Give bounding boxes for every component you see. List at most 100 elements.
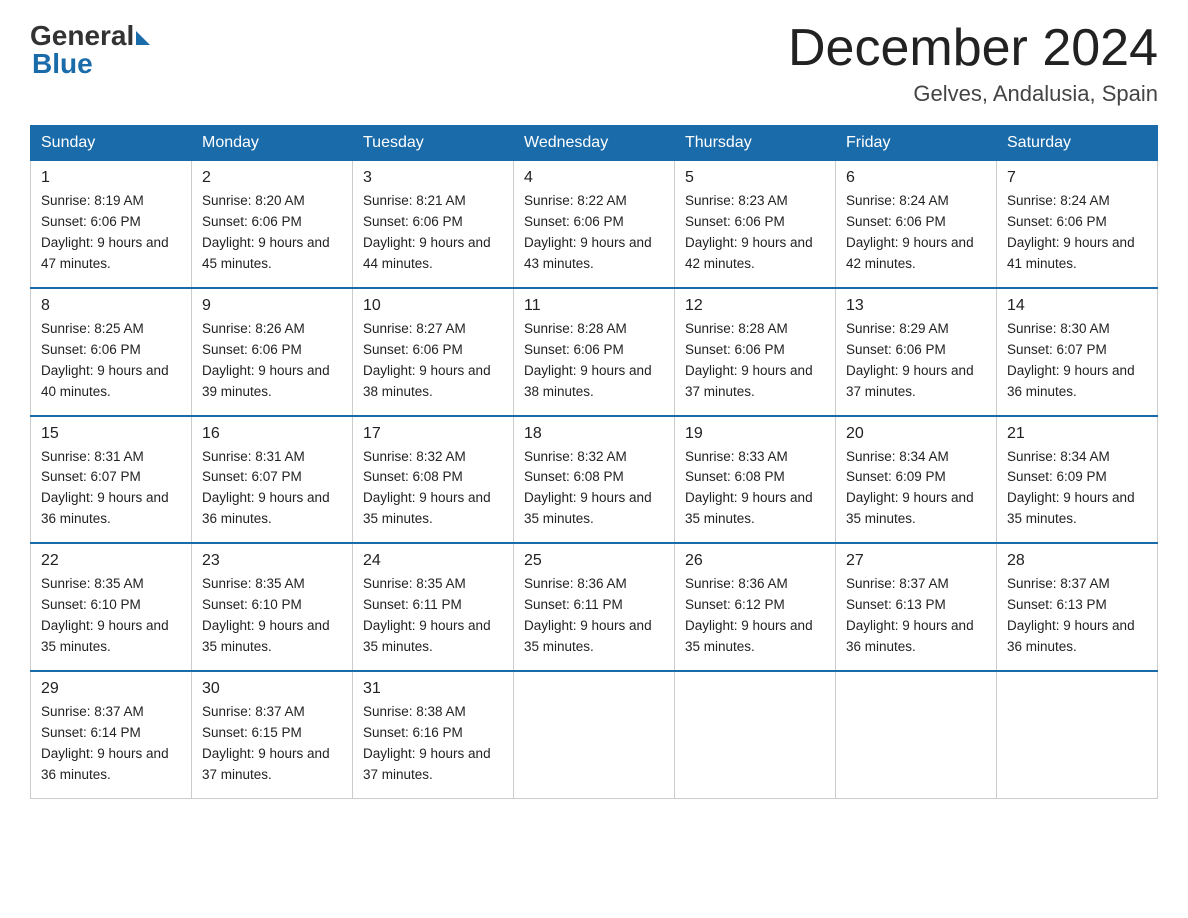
day-info: Sunrise: 8:37 AM Sunset: 6:15 PM Dayligh… <box>202 702 342 786</box>
day-number: 15 <box>41 425 181 443</box>
day-info: Sunrise: 8:28 AM Sunset: 6:06 PM Dayligh… <box>685 319 825 403</box>
day-info: Sunrise: 8:21 AM Sunset: 6:06 PM Dayligh… <box>363 191 503 275</box>
calendar-day-cell: 2 Sunrise: 8:20 AM Sunset: 6:06 PM Dayli… <box>192 161 353 288</box>
calendar-day-header: Tuesday <box>353 126 514 161</box>
day-info: Sunrise: 8:32 AM Sunset: 6:08 PM Dayligh… <box>524 447 664 531</box>
calendar-week-row: 29 Sunrise: 8:37 AM Sunset: 6:14 PM Dayl… <box>31 671 1158 798</box>
day-info: Sunrise: 8:26 AM Sunset: 6:06 PM Dayligh… <box>202 319 342 403</box>
calendar-day-cell <box>997 671 1158 798</box>
day-info: Sunrise: 8:23 AM Sunset: 6:06 PM Dayligh… <box>685 191 825 275</box>
day-info: Sunrise: 8:36 AM Sunset: 6:12 PM Dayligh… <box>685 574 825 658</box>
calendar-day-cell <box>836 671 997 798</box>
day-info: Sunrise: 8:37 AM Sunset: 6:13 PM Dayligh… <box>1007 574 1147 658</box>
day-info: Sunrise: 8:35 AM Sunset: 6:10 PM Dayligh… <box>202 574 342 658</box>
page-header: General Blue December 2024 Gelves, Andal… <box>30 20 1158 107</box>
location-title: Gelves, Andalusia, Spain <box>788 81 1158 107</box>
calendar-day-header: Thursday <box>675 126 836 161</box>
calendar-day-header: Sunday <box>31 126 192 161</box>
day-info: Sunrise: 8:32 AM Sunset: 6:08 PM Dayligh… <box>363 447 503 531</box>
calendar-day-cell: 24 Sunrise: 8:35 AM Sunset: 6:11 PM Dayl… <box>353 543 514 671</box>
calendar-day-cell: 4 Sunrise: 8:22 AM Sunset: 6:06 PM Dayli… <box>514 161 675 288</box>
day-number: 28 <box>1007 552 1147 570</box>
calendar-day-cell: 1 Sunrise: 8:19 AM Sunset: 6:06 PM Dayli… <box>31 161 192 288</box>
day-info: Sunrise: 8:20 AM Sunset: 6:06 PM Dayligh… <box>202 191 342 275</box>
day-number: 17 <box>363 425 503 443</box>
day-info: Sunrise: 8:28 AM Sunset: 6:06 PM Dayligh… <box>524 319 664 403</box>
calendar-day-cell: 7 Sunrise: 8:24 AM Sunset: 6:06 PM Dayli… <box>997 161 1158 288</box>
day-info: Sunrise: 8:38 AM Sunset: 6:16 PM Dayligh… <box>363 702 503 786</box>
day-number: 13 <box>846 297 986 315</box>
day-number: 24 <box>363 552 503 570</box>
calendar-day-cell <box>675 671 836 798</box>
calendar-day-cell: 21 Sunrise: 8:34 AM Sunset: 6:09 PM Dayl… <box>997 416 1158 544</box>
calendar-week-row: 22 Sunrise: 8:35 AM Sunset: 6:10 PM Dayl… <box>31 543 1158 671</box>
day-info: Sunrise: 8:24 AM Sunset: 6:06 PM Dayligh… <box>1007 191 1147 275</box>
day-number: 12 <box>685 297 825 315</box>
day-number: 14 <box>1007 297 1147 315</box>
calendar-header-row: SundayMondayTuesdayWednesdayThursdayFrid… <box>31 126 1158 161</box>
calendar-day-cell: 27 Sunrise: 8:37 AM Sunset: 6:13 PM Dayl… <box>836 543 997 671</box>
calendar-day-cell: 17 Sunrise: 8:32 AM Sunset: 6:08 PM Dayl… <box>353 416 514 544</box>
day-number: 5 <box>685 169 825 187</box>
calendar-day-cell: 14 Sunrise: 8:30 AM Sunset: 6:07 PM Dayl… <box>997 288 1158 416</box>
day-number: 29 <box>41 680 181 698</box>
day-number: 4 <box>524 169 664 187</box>
day-info: Sunrise: 8:33 AM Sunset: 6:08 PM Dayligh… <box>685 447 825 531</box>
logo-blue-text: Blue <box>32 48 93 80</box>
calendar-day-cell: 15 Sunrise: 8:31 AM Sunset: 6:07 PM Dayl… <box>31 416 192 544</box>
calendar-day-cell: 8 Sunrise: 8:25 AM Sunset: 6:06 PM Dayli… <box>31 288 192 416</box>
calendar-day-cell: 5 Sunrise: 8:23 AM Sunset: 6:06 PM Dayli… <box>675 161 836 288</box>
calendar-day-header: Wednesday <box>514 126 675 161</box>
day-number: 22 <box>41 552 181 570</box>
day-info: Sunrise: 8:34 AM Sunset: 6:09 PM Dayligh… <box>1007 447 1147 531</box>
day-number: 23 <box>202 552 342 570</box>
title-block: December 2024 Gelves, Andalusia, Spain <box>788 20 1158 107</box>
day-info: Sunrise: 8:24 AM Sunset: 6:06 PM Dayligh… <box>846 191 986 275</box>
calendar-day-cell: 13 Sunrise: 8:29 AM Sunset: 6:06 PM Dayl… <box>836 288 997 416</box>
day-number: 26 <box>685 552 825 570</box>
day-number: 11 <box>524 297 664 315</box>
calendar-day-cell: 29 Sunrise: 8:37 AM Sunset: 6:14 PM Dayl… <box>31 671 192 798</box>
calendar-day-header: Saturday <box>997 126 1158 161</box>
day-number: 27 <box>846 552 986 570</box>
day-info: Sunrise: 8:31 AM Sunset: 6:07 PM Dayligh… <box>41 447 181 531</box>
day-number: 16 <box>202 425 342 443</box>
calendar-week-row: 1 Sunrise: 8:19 AM Sunset: 6:06 PM Dayli… <box>31 161 1158 288</box>
day-info: Sunrise: 8:37 AM Sunset: 6:14 PM Dayligh… <box>41 702 181 786</box>
day-number: 6 <box>846 169 986 187</box>
day-number: 8 <box>41 297 181 315</box>
day-number: 31 <box>363 680 503 698</box>
day-info: Sunrise: 8:34 AM Sunset: 6:09 PM Dayligh… <box>846 447 986 531</box>
calendar-day-cell: 22 Sunrise: 8:35 AM Sunset: 6:10 PM Dayl… <box>31 543 192 671</box>
calendar-day-cell: 30 Sunrise: 8:37 AM Sunset: 6:15 PM Dayl… <box>192 671 353 798</box>
day-number: 25 <box>524 552 664 570</box>
day-number: 30 <box>202 680 342 698</box>
month-title: December 2024 <box>788 20 1158 77</box>
calendar-day-cell: 20 Sunrise: 8:34 AM Sunset: 6:09 PM Dayl… <box>836 416 997 544</box>
day-info: Sunrise: 8:25 AM Sunset: 6:06 PM Dayligh… <box>41 319 181 403</box>
day-number: 9 <box>202 297 342 315</box>
calendar-day-cell: 10 Sunrise: 8:27 AM Sunset: 6:06 PM Dayl… <box>353 288 514 416</box>
day-number: 20 <box>846 425 986 443</box>
calendar-day-cell: 31 Sunrise: 8:38 AM Sunset: 6:16 PM Dayl… <box>353 671 514 798</box>
day-info: Sunrise: 8:27 AM Sunset: 6:06 PM Dayligh… <box>363 319 503 403</box>
day-info: Sunrise: 8:22 AM Sunset: 6:06 PM Dayligh… <box>524 191 664 275</box>
day-number: 3 <box>363 169 503 187</box>
logo: General Blue <box>30 20 150 80</box>
day-number: 1 <box>41 169 181 187</box>
day-info: Sunrise: 8:37 AM Sunset: 6:13 PM Dayligh… <box>846 574 986 658</box>
day-info: Sunrise: 8:35 AM Sunset: 6:11 PM Dayligh… <box>363 574 503 658</box>
day-number: 7 <box>1007 169 1147 187</box>
calendar-day-cell: 26 Sunrise: 8:36 AM Sunset: 6:12 PM Dayl… <box>675 543 836 671</box>
calendar-week-row: 15 Sunrise: 8:31 AM Sunset: 6:07 PM Dayl… <box>31 416 1158 544</box>
calendar-day-cell: 19 Sunrise: 8:33 AM Sunset: 6:08 PM Dayl… <box>675 416 836 544</box>
day-info: Sunrise: 8:30 AM Sunset: 6:07 PM Dayligh… <box>1007 319 1147 403</box>
day-info: Sunrise: 8:36 AM Sunset: 6:11 PM Dayligh… <box>524 574 664 658</box>
calendar-day-cell: 3 Sunrise: 8:21 AM Sunset: 6:06 PM Dayli… <box>353 161 514 288</box>
logo-triangle-icon <box>136 31 150 45</box>
calendar-day-cell: 12 Sunrise: 8:28 AM Sunset: 6:06 PM Dayl… <box>675 288 836 416</box>
day-info: Sunrise: 8:35 AM Sunset: 6:10 PM Dayligh… <box>41 574 181 658</box>
calendar-week-row: 8 Sunrise: 8:25 AM Sunset: 6:06 PM Dayli… <box>31 288 1158 416</box>
calendar-day-cell: 16 Sunrise: 8:31 AM Sunset: 6:07 PM Dayl… <box>192 416 353 544</box>
day-number: 21 <box>1007 425 1147 443</box>
